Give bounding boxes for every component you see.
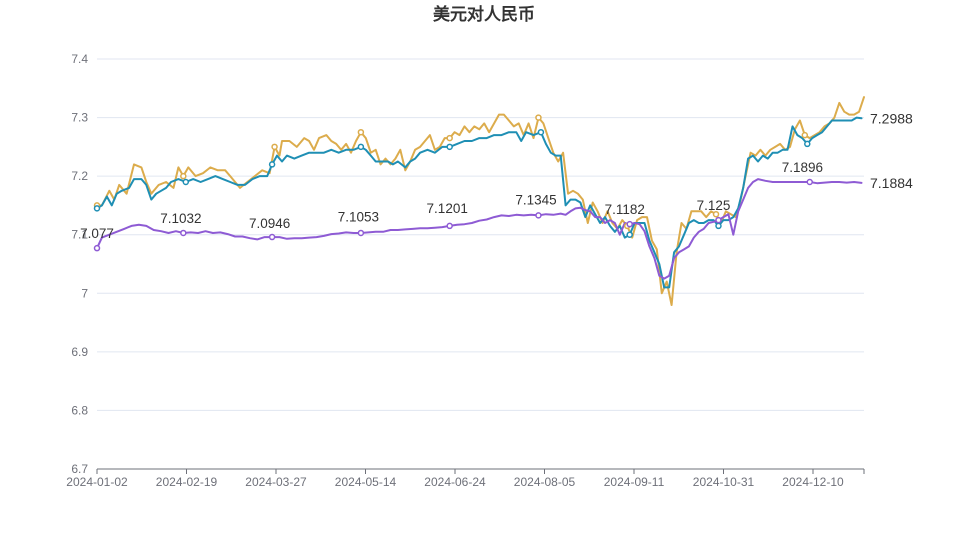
y-tick-label: 6.9 <box>71 345 88 359</box>
data-point-gold <box>357 128 365 136</box>
y-tick-label: 7 <box>81 286 88 300</box>
x-tick-label: 2024-12-10 <box>782 475 844 489</box>
chart-title: 美元对人民币 <box>433 4 535 24</box>
data-label: 7.1345 <box>515 193 556 208</box>
data-point-teal <box>804 140 811 148</box>
end-label: 7.1884 <box>870 175 913 191</box>
y-tick-label: 7.2 <box>71 169 88 183</box>
data-label: 7.1053 <box>338 210 379 225</box>
data-markers <box>93 114 813 252</box>
data-point-teal <box>715 222 722 230</box>
y-tick-label: 7.3 <box>71 111 88 125</box>
line-chart: 美元对人民币 6.76.86.977.17.27.37.42024-01-02 2… <box>66 4 913 489</box>
x-tick-label: 2024-02-19 <box>156 475 218 489</box>
series-lines <box>96 96 865 306</box>
data-point-gold <box>180 172 187 180</box>
data-point-gold <box>801 131 809 139</box>
data-label: 7.125 <box>697 198 731 213</box>
data-point-purple <box>446 222 453 230</box>
data-point-gold <box>271 143 278 151</box>
series-line-purple <box>96 178 863 280</box>
x-tick-label: 2024-09-11 <box>604 475 665 489</box>
grid-lines <box>97 58 864 411</box>
data-label: 7.1896 <box>782 160 823 175</box>
y-tick-label: 6.7 <box>71 462 88 476</box>
data-point-purple <box>357 229 365 237</box>
x-tick-label: 2024-10-31 <box>693 475 755 489</box>
y-tick-label: 7.4 <box>71 52 88 66</box>
x-tick-label: 2024-06-24 <box>424 475 486 489</box>
data-point-teal <box>357 143 365 151</box>
end-label: 7.2988 <box>870 110 913 126</box>
x-tick-label: 2024-01-02 <box>66 475 128 489</box>
data-point-teal <box>182 178 190 186</box>
data-point-purple <box>93 244 101 252</box>
data-label: 7.077 <box>80 226 114 241</box>
data-point-gold <box>446 134 453 142</box>
data-point-purple <box>806 178 813 186</box>
data-point-purple <box>180 229 187 237</box>
x-tick-label: 2024-03-27 <box>245 475 307 489</box>
x-tick-label: 2024-08-05 <box>514 475 576 489</box>
data-point-purple <box>715 216 722 224</box>
series-line-teal <box>96 116 863 289</box>
series-line-gold <box>96 96 865 306</box>
data-point-teal <box>537 128 545 136</box>
data-point-purple <box>268 233 276 241</box>
data-point-teal <box>93 205 101 212</box>
data-point-purple <box>626 220 633 228</box>
x-tick-label: 2024-05-14 <box>335 475 397 489</box>
data-label: 7.0946 <box>249 216 290 231</box>
y-tick-label: 6.8 <box>71 403 88 417</box>
data-point-teal <box>446 143 453 151</box>
data-point-gold <box>535 114 542 121</box>
data-label: 7.1032 <box>160 211 201 226</box>
data-point-teal <box>268 161 276 168</box>
data-label: 7.1182 <box>605 202 645 217</box>
data-point-purple <box>535 212 542 219</box>
data-point-teal <box>626 231 633 238</box>
chart-container: 美元对人民币 6.7 6.8 6.9 7 7.1 7.2 7.3 7.4 2024-01-02 2… <box>0 0 960 540</box>
data-label: 7.1201 <box>427 201 468 216</box>
